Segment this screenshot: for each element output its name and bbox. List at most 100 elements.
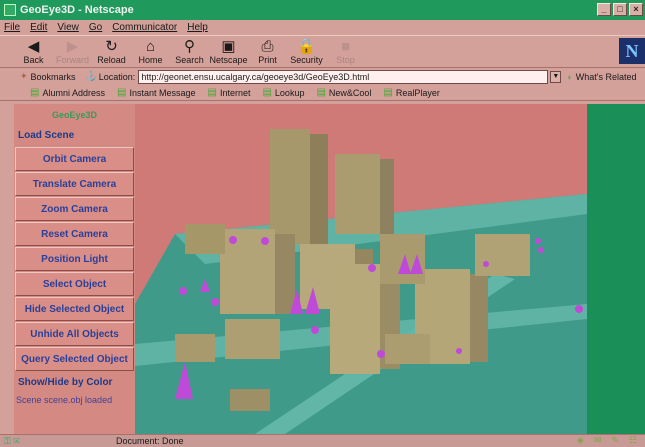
- discussions-icon[interactable]: ☷: [629, 435, 637, 446]
- search-button[interactable]: ⚲ Search: [170, 35, 209, 67]
- close-button[interactable]: ×: [629, 3, 643, 16]
- toolbar-button-label: Search: [175, 55, 204, 65]
- building: [335, 154, 394, 234]
- personal-toolbar-label: Instant Message: [129, 87, 196, 98]
- location-label: Location:: [98, 71, 136, 82]
- forward-button[interactable]: ▶ Forward: [53, 35, 92, 67]
- scene-status-message: Scene scene.obj loaded: [16, 395, 113, 405]
- navigator-icon[interactable]: ◈: [577, 435, 584, 446]
- print-button[interactable]: ⎙ Print: [248, 35, 287, 67]
- minimize-button[interactable]: _: [597, 3, 611, 16]
- search-icon: ⚲: [184, 38, 195, 55]
- bookmark-folder-icon: ▤: [316, 87, 326, 98]
- building: [185, 224, 225, 254]
- building: [475, 234, 530, 276]
- bookmarks-label: Bookmarks: [30, 71, 76, 82]
- netscape-button[interactable]: ▣ Netscape: [209, 35, 248, 67]
- personal-toolbar: ▤ Alumni Address ▤ Instant Message ▤ Internet…: [0, 85, 645, 101]
- orbit-camera-button[interactable]: Orbit Camera: [15, 147, 134, 171]
- back-button[interactable]: ◀ Back: [14, 35, 53, 67]
- page-content: GeoEye3D Load Scene Orbit Camera Translat…: [0, 104, 645, 434]
- window-titlebar: GeoEye3D - Netscape _ □ ×: [0, 0, 645, 20]
- app-icon: [4, 4, 16, 16]
- building: [230, 389, 270, 411]
- translate-camera-button[interactable]: Translate Camera: [15, 172, 134, 196]
- composer-icon[interactable]: ✎: [611, 435, 619, 446]
- document-status-text: Document: Done: [116, 436, 184, 446]
- bookmark-folder-icon: ▤: [30, 87, 40, 98]
- component-bar: ◈ ✉ ✎ ☷: [577, 435, 637, 446]
- personal-toolbar-label: Internet: [219, 87, 251, 98]
- reload-icon: ↻: [105, 38, 118, 55]
- toolbar-button-label: Forward: [55, 55, 89, 65]
- stop-icon: ■: [340, 38, 351, 55]
- reset-camera-button[interactable]: Reset Camera: [15, 222, 134, 246]
- netscape-icon: ▣: [221, 38, 236, 55]
- navigation-toolbar: ◀ Back ▶ Forward ↻ Reload ⌂ Home ⚲ Search ▣ Netscap…: [0, 35, 645, 68]
- print-icon: ⎙: [261, 38, 274, 55]
- load-scene-link[interactable]: Load Scene: [14, 126, 135, 146]
- security-lock-icon: 🔒: [297, 38, 316, 55]
- home-icon: ⌂: [145, 38, 156, 55]
- window-title: GeoEye3D - Netscape: [20, 4, 134, 16]
- bookmark-folder-icon: ▤: [207, 87, 217, 98]
- personal-toolbar-label: New&Cool: [328, 87, 372, 98]
- bookmarks-icon: ✦: [20, 71, 28, 81]
- menu-view[interactable]: View: [57, 22, 79, 33]
- panel-title: GeoEye3D: [51, 110, 98, 120]
- location-bar: ✦ Bookmarks ⚓ Location: ▼ ◐ What's Relat…: [0, 68, 645, 85]
- home-button[interactable]: ⌂ Home: [131, 35, 170, 67]
- whats-related-button[interactable]: ◐ What's Related: [567, 72, 636, 82]
- url-dropdown-button[interactable]: ▼: [550, 70, 562, 83]
- position-light-button[interactable]: Position Light: [15, 247, 134, 271]
- stop-button[interactable]: ■ Stop: [326, 35, 365, 67]
- unhide-all-objects-button[interactable]: Unhide All Objects: [15, 322, 134, 346]
- security-button[interactable]: 🔒 Security: [287, 35, 326, 67]
- hide-selected-object-button[interactable]: Hide Selected Object: [15, 297, 134, 321]
- url-input[interactable]: [138, 69, 549, 84]
- personal-toolbar-item[interactable]: ▤ Instant Message: [117, 87, 196, 98]
- personal-toolbar-label: Alumni Address: [42, 87, 105, 98]
- 3d-city-scene: [135, 129, 587, 434]
- personal-toolbar-label: Lookup: [274, 87, 305, 98]
- toolbar-button-label: Security: [290, 55, 323, 65]
- menu-bar: File Edit View Go Communicator Help: [0, 20, 645, 35]
- toolbar-button-label: Reload: [97, 55, 126, 65]
- bookmark-folder-icon: ▤: [262, 87, 272, 98]
- 3d-scene-viewport[interactable]: [135, 104, 587, 434]
- building: [225, 319, 280, 359]
- personal-toolbar-label: RealPlayer: [395, 87, 440, 98]
- netscape-logo-icon[interactable]: N: [619, 38, 645, 64]
- menu-go[interactable]: Go: [89, 22, 102, 33]
- menu-edit[interactable]: Edit: [30, 22, 47, 33]
- select-object-button[interactable]: Select Object: [15, 272, 134, 296]
- window-controls: _ □ ×: [597, 3, 643, 16]
- building: [270, 129, 328, 244]
- menu-file[interactable]: File: [4, 22, 20, 33]
- bookmark-folder-icon: ▤: [383, 87, 393, 98]
- personal-toolbar-item[interactable]: ▤ RealPlayer: [383, 87, 439, 98]
- reload-button[interactable]: ↻ Reload: [92, 35, 131, 67]
- right-green-panel: [587, 104, 645, 434]
- personal-toolbar-item[interactable]: ▤ Alumni Address: [30, 87, 105, 98]
- personal-toolbar-item[interactable]: ▤ Internet: [207, 87, 250, 98]
- personal-toolbar-item[interactable]: ▤ New&Cool: [316, 87, 371, 98]
- zoom-camera-button[interactable]: Zoom Camera: [15, 197, 134, 221]
- security-status-icon[interactable]: ⚿ ✉: [0, 436, 40, 447]
- personal-toolbar-item[interactable]: ▤ Lookup: [262, 87, 304, 98]
- menu-help[interactable]: Help: [187, 22, 208, 33]
- building: [175, 334, 215, 362]
- maximize-button[interactable]: □: [613, 3, 627, 16]
- building: [385, 334, 430, 364]
- whats-related-label: What's Related: [575, 71, 637, 82]
- bookmarks-button[interactable]: ✦ Bookmarks: [20, 71, 76, 82]
- query-selected-object-button[interactable]: Query Selected Object: [15, 347, 134, 371]
- toolbar-button-label: Back: [23, 55, 44, 65]
- show-hide-by-color-link[interactable]: Show/Hide by Color: [14, 373, 135, 393]
- forward-arrow-icon: ▶: [66, 38, 79, 55]
- bookmark-folder-icon: ▤: [116, 87, 127, 98]
- menu-communicator[interactable]: Communicator: [112, 22, 177, 33]
- mail-icon[interactable]: ✉: [594, 435, 602, 446]
- toolbar-button-label: Home: [138, 55, 163, 65]
- back-arrow-icon: ◀: [27, 38, 40, 55]
